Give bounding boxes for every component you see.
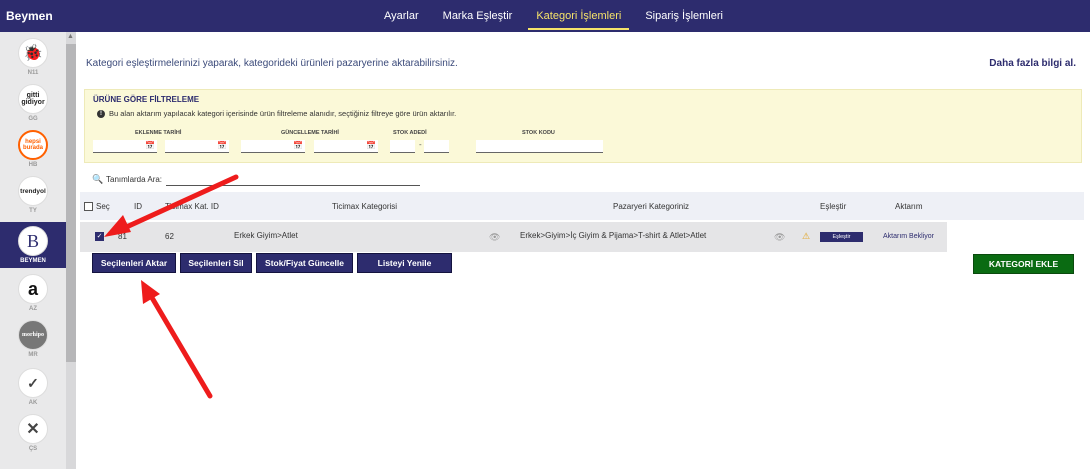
header-select: Seç xyxy=(96,202,110,211)
marketplace-code: MR xyxy=(28,352,38,358)
updated-date-from[interactable]: 📅 xyxy=(241,140,305,153)
search-input[interactable] xyxy=(166,173,420,186)
update-stock-price-button[interactable]: Stok/Fiyat Güncelle xyxy=(256,253,353,273)
calendar-icon[interactable]: 📅 xyxy=(366,141,376,150)
filter-info: ! Bu alan aktarım yapılacak kategori içe… xyxy=(97,109,456,118)
marketplace-code: AK xyxy=(28,400,38,406)
marketplace-code: ÇS xyxy=(28,446,38,452)
table-row: ✓ 81 62 Erkek Giyim>Atlet 👁 Erkek>Giyim>… xyxy=(80,222,947,252)
akakce-logo: ✓ xyxy=(18,368,48,398)
match-button[interactable]: Eşleştir xyxy=(820,232,863,242)
updated-date-to[interactable]: 📅 xyxy=(314,140,378,153)
created-date-from[interactable]: 📅 xyxy=(93,140,157,153)
created-date-label: EKLENME TARİHİ xyxy=(135,130,182,136)
header-ticimax-category: Ticimax Kategorisi xyxy=(332,202,398,211)
row-id: 81 xyxy=(118,232,127,241)
main-nav: Ayarlar Marka Eşleştir Kategori İşlemler… xyxy=(372,0,735,32)
filter-title: ÜRÜNE GÖRE FİLTRELEME xyxy=(93,95,200,104)
row-ticimax-id: 62 xyxy=(165,232,174,241)
beymen-logo: B xyxy=(18,226,48,256)
nav-marka-eslestir[interactable]: Marka Eşleştir xyxy=(431,0,525,32)
calendar-icon[interactable]: 📅 xyxy=(293,141,303,150)
row-checkbox[interactable]: ✓ xyxy=(95,232,104,241)
nav-kategori-islemleri[interactable]: Kategori İşlemleri xyxy=(524,0,633,32)
header-match: Eşleştir xyxy=(820,202,847,211)
transfer-selected-button[interactable]: Seçilenleri Aktar xyxy=(92,253,176,273)
marketplace-code: TY xyxy=(29,208,37,214)
row-ticimax-category: Erkek Giyim>Atlet xyxy=(234,231,298,240)
marketplace-code: AZ xyxy=(29,306,37,312)
delete-selected-button[interactable]: Seçilenleri Sil xyxy=(180,253,252,273)
range-dash: - xyxy=(419,140,422,149)
page-description: Kategori eşleştirmelerinizi yaparak, kat… xyxy=(86,58,458,69)
warning-icon: ⚠ xyxy=(802,231,811,241)
nav-siparis-islemleri[interactable]: Sipariş İşlemleri xyxy=(633,0,735,32)
eye-icon[interactable]: 👁 xyxy=(774,232,785,243)
n11-logo: 🐞 xyxy=(18,38,48,68)
morhipo-logo: morhipo xyxy=(18,320,48,350)
trendyol-logo: trendyol xyxy=(18,176,48,206)
marketplace-beymen[interactable]: B BEYMEN xyxy=(0,222,66,268)
transfer-status: Aktarım Bekliyor xyxy=(883,233,934,240)
created-date-to[interactable]: 📅 xyxy=(165,140,229,153)
top-bar: Beymen Ayarlar Marka Eşleştir Kategori İ… xyxy=(0,0,1090,32)
stock-count-max[interactable] xyxy=(424,140,449,153)
marketplace-cs[interactable]: ✕ ÇS xyxy=(0,410,66,468)
eye-icon[interactable]: 👁 xyxy=(489,232,500,243)
search-icon: 🔍 xyxy=(92,174,104,184)
search-label: Tanımlarda Ara: xyxy=(106,175,163,184)
sidebar-scroll-thumb[interactable] xyxy=(66,44,76,362)
updated-date-label: GÜNCELLEME TARİHİ xyxy=(281,130,339,136)
marketplace-code: HB xyxy=(28,162,38,168)
product-filter-panel: ÜRÜNE GÖRE FİLTRELEME ! Bu alan aktarım … xyxy=(84,89,1082,163)
row-marketplace-category: Erkek>Giyim>İç Giyim & Pijama>T-shirt & … xyxy=(520,231,707,240)
calendar-icon[interactable]: 📅 xyxy=(217,141,227,150)
amazon-logo: a xyxy=(18,274,48,304)
stock-code-label: STOK KODU xyxy=(522,130,555,136)
header-ticimax-id: Ticimax Kat. ID xyxy=(165,202,219,211)
add-category-button[interactable]: KATEGORİ EKLE xyxy=(973,254,1074,274)
header-transfer: Aktarım xyxy=(895,202,923,211)
marketplace-code: N11 xyxy=(27,70,39,76)
marketplace-code: BEYMEN xyxy=(20,258,46,264)
table-header: Seç ID Ticimax Kat. ID Ticimax Kategoris… xyxy=(80,192,1084,220)
scroll-up-icon[interactable]: ▲ xyxy=(67,33,74,40)
stock-count-min[interactable] xyxy=(390,140,415,153)
calendar-icon[interactable]: 📅 xyxy=(145,141,155,150)
stock-code-input[interactable] xyxy=(476,140,603,153)
ciceksepeti-logo: ✕ xyxy=(18,414,48,444)
header-marketplace-category: Pazaryeri Kategoriniz xyxy=(613,202,690,211)
info-icon: ! xyxy=(97,109,105,118)
hepsiburada-logo: hepsi burada xyxy=(18,130,48,160)
filter-info-text: Bu alan aktarım yapılacak kategori içeri… xyxy=(109,109,457,118)
nav-ayarlar[interactable]: Ayarlar xyxy=(372,0,431,32)
select-all-checkbox[interactable] xyxy=(84,202,93,211)
more-info-link[interactable]: Daha fazla bilgi al. xyxy=(989,58,1076,69)
brand-title: Beymen xyxy=(6,9,53,23)
header-id: ID xyxy=(134,202,142,211)
stock-count-label: STOK ADEDİ xyxy=(393,130,427,136)
gittigidiyor-logo: gitti gidiyor xyxy=(18,84,48,114)
refresh-list-button[interactable]: Listeyi Yenile xyxy=(357,253,452,273)
marketplace-code: GG xyxy=(28,116,38,122)
annotation-arrow-to-transfer-button xyxy=(141,280,213,399)
